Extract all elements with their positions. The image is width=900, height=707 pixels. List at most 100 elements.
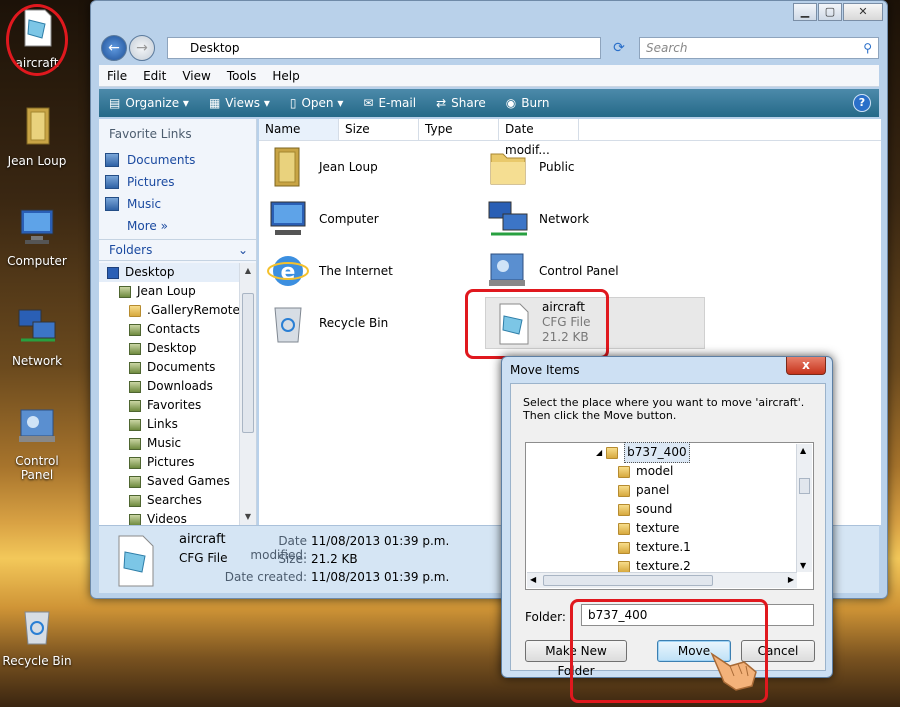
cfg-file-icon bbox=[118, 535, 154, 587]
file-item-computer[interactable]: Computer bbox=[265, 193, 379, 245]
computer-icon bbox=[270, 201, 306, 235]
tree-item-contacts[interactable]: Contacts bbox=[99, 320, 239, 339]
tree-item-links[interactable]: Links bbox=[99, 415, 239, 434]
file-item-public[interactable]: Public bbox=[485, 141, 575, 193]
scroll-up-icon[interactable]: ▲ bbox=[240, 263, 256, 279]
highlight-circle bbox=[6, 4, 68, 76]
column-type[interactable]: Type bbox=[419, 119, 499, 140]
dialog-tree-item-panel[interactable]: panel bbox=[618, 481, 669, 500]
file-item-jean-loup[interactable]: Jean Loup bbox=[265, 141, 378, 193]
music-icon bbox=[129, 437, 141, 450]
fav-link-documents[interactable]: Documents bbox=[99, 149, 256, 171]
folder-icon bbox=[618, 484, 630, 497]
fav-link-label: Pictures bbox=[127, 175, 175, 189]
open-icon: ▯ bbox=[289, 96, 297, 110]
refresh-icon[interactable]: ⟳ bbox=[607, 37, 631, 59]
scroll-up-icon[interactable]: ▲ bbox=[800, 446, 806, 455]
tree-item-downloads[interactable]: Downloads bbox=[99, 377, 239, 396]
desktop-icon-network[interactable]: Network bbox=[0, 304, 74, 368]
file-item-label: Public bbox=[539, 160, 575, 174]
menu-help[interactable]: Help bbox=[264, 69, 307, 83]
menu-file[interactable]: File bbox=[99, 69, 135, 83]
file-item-the-internet[interactable]: e The Internet bbox=[265, 245, 393, 297]
dialog-tree-item-model[interactable]: model bbox=[618, 462, 673, 481]
menu-edit[interactable]: Edit bbox=[135, 69, 174, 83]
tree-label: Favorites bbox=[147, 398, 202, 412]
scrollbar-thumb[interactable] bbox=[543, 575, 713, 586]
tree-item-jean-loup[interactable]: Jean Loup bbox=[99, 282, 239, 301]
search-icon[interactable]: ⚲ bbox=[863, 38, 872, 58]
file-item-label: Jean Loup bbox=[319, 160, 378, 174]
desktop-icon-recycle-bin[interactable]: Recycle Bin bbox=[0, 604, 74, 668]
email-button[interactable]: ✉ E-mail bbox=[353, 96, 426, 110]
menu-view[interactable]: View bbox=[174, 69, 218, 83]
tree-label: Saved Games bbox=[147, 474, 230, 488]
tree-item-pictures[interactable]: Pictures bbox=[99, 453, 239, 472]
desktop-icon-control-panel[interactable]: Control Panel bbox=[0, 404, 74, 482]
scroll-right-icon[interactable]: ▶ bbox=[788, 575, 794, 584]
scroll-left-icon[interactable]: ◀ bbox=[530, 575, 536, 584]
fav-link-music[interactable]: Music bbox=[99, 193, 256, 215]
tree-item-videos[interactable]: Videos bbox=[99, 510, 239, 525]
tree-scrollbar[interactable]: ▲ ▼ bbox=[239, 263, 256, 525]
search-input[interactable]: Search ⚲ bbox=[639, 37, 879, 59]
open-button[interactable]: ▯ Open ▾ bbox=[280, 96, 354, 110]
file-item-recycle-bin[interactable]: Recycle Bin bbox=[265, 297, 388, 349]
tree-item-desktop[interactable]: Desktop bbox=[99, 263, 239, 282]
tree-label: Desktop bbox=[147, 341, 197, 355]
file-item-network[interactable]: Network bbox=[485, 193, 589, 245]
folders-header[interactable]: Folders ⌄ bbox=[99, 239, 256, 261]
dialog-tree-item-b737-400[interactable]: ◢ b737_400 bbox=[596, 442, 690, 463]
column-date-modified[interactable]: Date modif... bbox=[499, 119, 579, 157]
desktop-icon-label: Computer bbox=[7, 254, 67, 268]
views-button[interactable]: ▦ Views ▾ bbox=[199, 96, 280, 110]
dialog-horizontal-scrollbar[interactable]: ◀ ▶ bbox=[527, 572, 797, 588]
dialog-close-button[interactable]: x bbox=[786, 357, 826, 375]
help-icon[interactable]: ? bbox=[853, 94, 871, 112]
back-button[interactable]: ← bbox=[101, 35, 127, 61]
tree-item-saved-games[interactable]: Saved Games bbox=[99, 472, 239, 491]
column-size[interactable]: Size bbox=[339, 119, 419, 140]
desktop-icon bbox=[107, 266, 119, 279]
forward-button[interactable]: → bbox=[129, 35, 155, 61]
move-items-dialog: Move Items x Select the place where you … bbox=[501, 356, 833, 703]
burn-button[interactable]: ◉ Burn bbox=[496, 96, 560, 110]
tree-item-galleryremote[interactable]: .GalleryRemote bbox=[99, 301, 239, 320]
address-text: Desktop bbox=[190, 41, 240, 55]
videos-icon bbox=[129, 513, 141, 525]
scrollbar-thumb[interactable] bbox=[242, 293, 254, 433]
tree-item-desktop-sub[interactable]: Desktop bbox=[99, 339, 239, 358]
dialog-vertical-scrollbar[interactable]: ▲ ▼ bbox=[796, 444, 812, 572]
details-size-label: Size: bbox=[278, 552, 307, 566]
file-item-label: Computer bbox=[319, 212, 379, 226]
tree-label: Searches bbox=[147, 493, 202, 507]
menu-tools[interactable]: Tools bbox=[219, 69, 265, 83]
file-item-label: Control Panel bbox=[539, 264, 619, 278]
address-bar[interactable]: Desktop bbox=[167, 37, 601, 59]
network-icon bbox=[18, 309, 56, 342]
fav-link-pictures[interactable]: Pictures bbox=[99, 171, 256, 193]
desktop-icon-jean-loup[interactable]: Jean Loup bbox=[0, 104, 74, 168]
scroll-down-icon[interactable]: ▼ bbox=[240, 509, 256, 525]
close-button[interactable]: ✕ bbox=[843, 3, 883, 21]
organize-button[interactable]: ▤ Organize ▾ bbox=[99, 96, 199, 110]
desktop-icon-label: Network bbox=[11, 354, 63, 368]
desktop-icon-computer[interactable]: Computer bbox=[0, 204, 74, 268]
fav-link-more[interactable]: More » bbox=[99, 215, 256, 237]
maximize-button[interactable]: ▢ bbox=[818, 3, 842, 21]
scroll-down-icon[interactable]: ▼ bbox=[800, 561, 806, 570]
dialog-tree-item-texture-1[interactable]: texture.1 bbox=[618, 538, 691, 557]
dialog-tree-item-sound[interactable]: sound bbox=[618, 500, 672, 519]
minimize-button[interactable]: ▁ bbox=[793, 3, 817, 21]
tree-item-music[interactable]: Music bbox=[99, 434, 239, 453]
tree-item-documents[interactable]: Documents bbox=[99, 358, 239, 377]
scrollbar-thumb[interactable] bbox=[799, 478, 810, 494]
tree-item-favorites[interactable]: Favorites bbox=[99, 396, 239, 415]
share-button[interactable]: ⇄ Share bbox=[426, 96, 496, 110]
tree-label: Videos bbox=[147, 512, 187, 525]
email-label: E-mail bbox=[378, 96, 417, 110]
tree-item-searches[interactable]: Searches bbox=[99, 491, 239, 510]
column-name[interactable]: Name bbox=[259, 119, 339, 140]
burn-label: Burn bbox=[521, 96, 550, 110]
dialog-tree-item-texture[interactable]: texture bbox=[618, 519, 679, 538]
